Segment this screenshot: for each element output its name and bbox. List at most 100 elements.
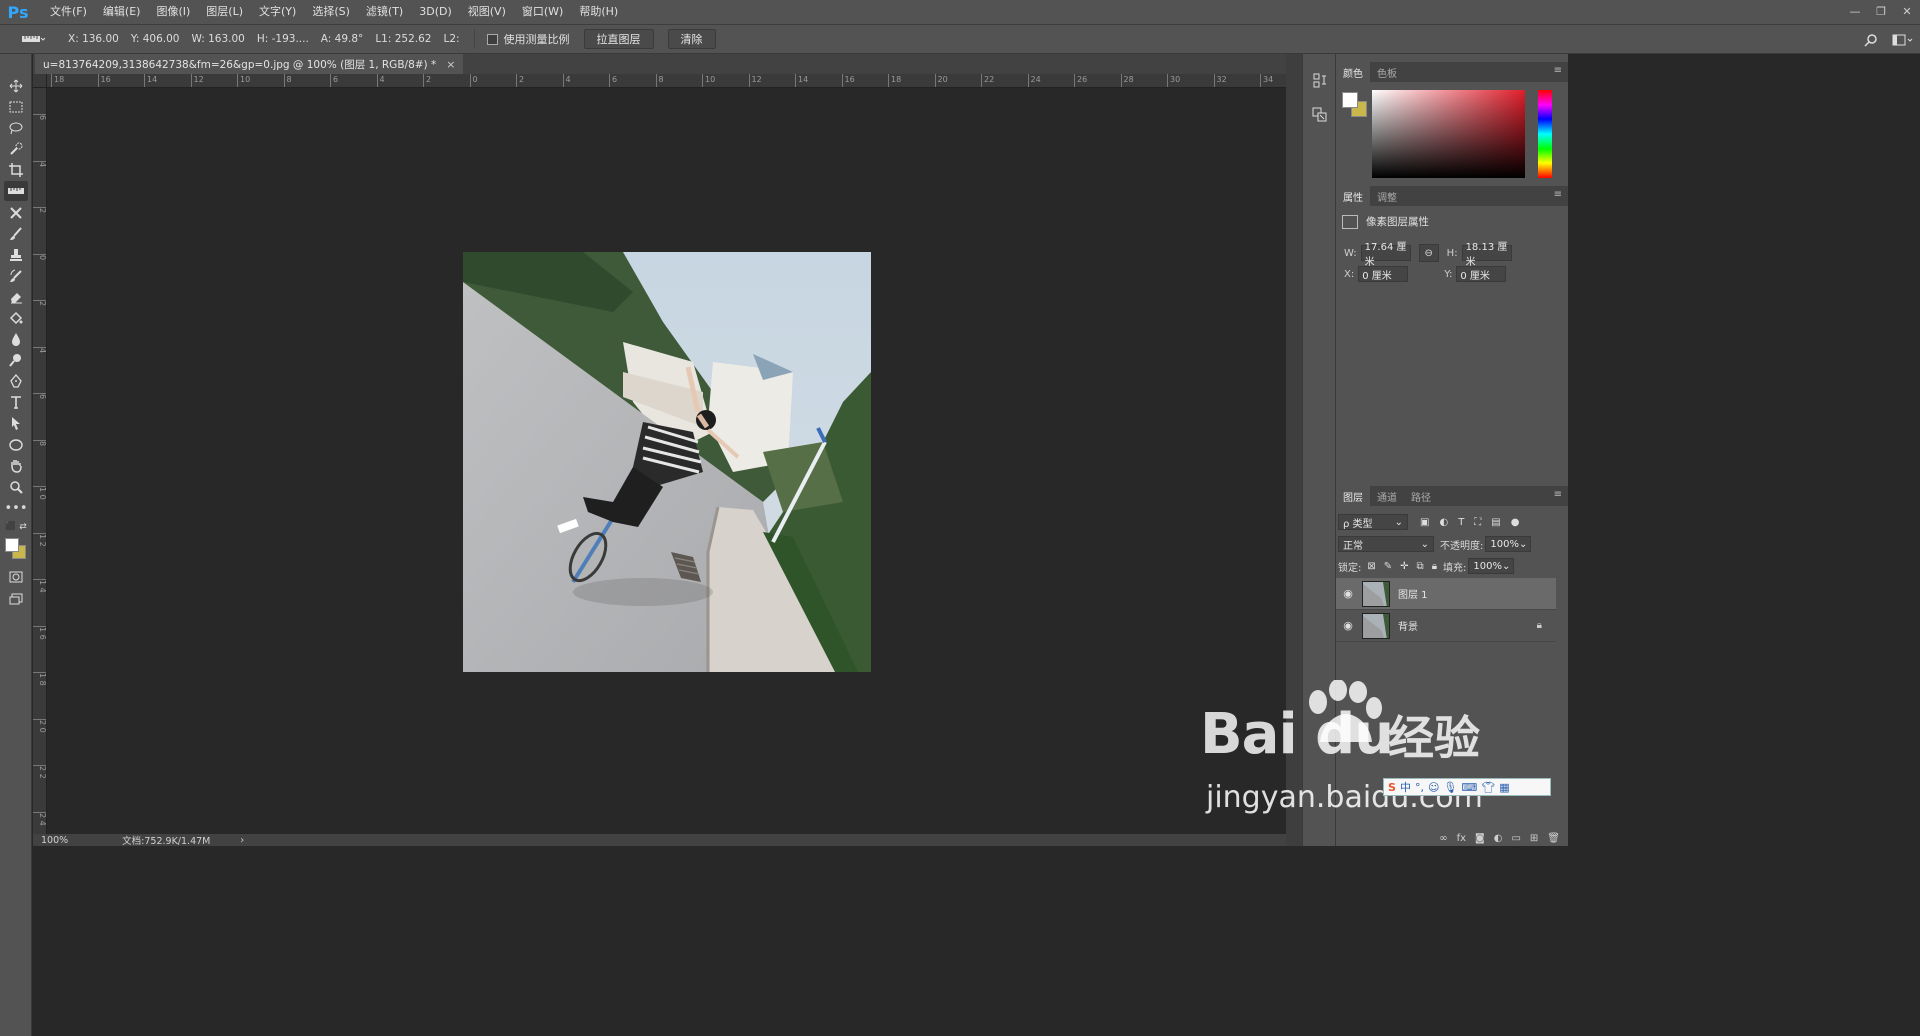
status-menu-arrow[interactable]: › — [240, 835, 244, 846]
minimize-button[interactable]: — — [1842, 2, 1868, 20]
horizontal-ruler[interactable]: 18 16 14 12 10 8 6 4 2 0 2 4 6 8 10 12 14 16 18 20 22 24 26 28 3… — [47, 74, 1286, 88]
menu-edit[interactable]: 编辑(E) — [95, 0, 149, 24]
clear-button[interactable]: 清除 — [667, 29, 716, 49]
new-layer-icon[interactable]: ⊞ — [1530, 833, 1538, 844]
brush-tool[interactable] — [4, 224, 28, 244]
ruler-origin[interactable] — [33, 74, 47, 88]
menu-window[interactable]: 窗口(W) — [514, 0, 571, 24]
height-field[interactable]: 18.13 厘米 — [1461, 242, 1512, 268]
document-tab[interactable]: u=813764209,3138642738&fm=26&gp=0.jpg @ … — [35, 54, 464, 74]
panel-menu-icon[interactable]: ≡ — [1554, 65, 1562, 76]
panel-menu-icon[interactable]: ≡ — [1554, 489, 1562, 500]
menu-select[interactable]: 选择(S) — [304, 0, 358, 24]
hand-tool[interactable] — [4, 456, 28, 476]
group-icon[interactable]: ▭ — [1511, 833, 1520, 844]
close-document-icon[interactable]: × — [446, 58, 455, 71]
ime-language[interactable]: 中 — [1400, 779, 1411, 795]
move-tool[interactable] — [4, 76, 28, 96]
trash-icon[interactable]: 🗑︎ — [1547, 833, 1560, 844]
vertical-ruler[interactable]: 6 4 2 0 2 4 6 8 1 0 1 2 1 4 1 6 1 8 2 0 2 2 2 4 — [33, 88, 47, 834]
close-window-button[interactable]: ✕ — [1894, 2, 1920, 20]
history-brush-tool[interactable] — [4, 266, 28, 286]
lock-artboard-icon[interactable]: ⧉ — [1417, 561, 1424, 572]
clone-stamp-tool[interactable] — [4, 245, 28, 265]
tab-adjustments[interactable]: 调整 — [1370, 186, 1404, 206]
eraser-tool[interactable] — [4, 287, 28, 307]
blend-mode-dropdown[interactable]: 正常 ⌄ — [1338, 536, 1434, 552]
menu-layer[interactable]: 图层(L) — [198, 0, 251, 24]
hue-slider[interactable] — [1538, 90, 1552, 178]
paint-bucket-tool[interactable] — [4, 308, 28, 328]
keyboard-icon[interactable]: ⌨ — [1461, 781, 1477, 794]
restore-button[interactable]: ❐ — [1868, 2, 1894, 20]
skin-icon[interactable]: 👕︎ — [1481, 781, 1495, 794]
emoji-icon[interactable]: ☺ — [1428, 781, 1439, 794]
tab-channels[interactable]: 通道 — [1370, 486, 1404, 506]
filter-type-icon[interactable]: T — [1458, 517, 1464, 528]
lock-all-icon[interactable]: 🔒︎ — [1432, 561, 1437, 572]
menu-image[interactable]: 图像(I) — [148, 0, 198, 24]
tab-swatches[interactable]: 色板 — [1370, 62, 1404, 82]
zoom-level[interactable]: 100% — [41, 835, 68, 846]
adjustment-icon[interactable]: ◐ — [1494, 833, 1503, 844]
more-tools[interactable]: ••• — [4, 498, 28, 518]
filter-adjustment-icon[interactable]: ◐ — [1439, 517, 1448, 528]
link-icon[interactable]: ∞ — [1439, 833, 1447, 844]
character-panel-button[interactable] — [1309, 104, 1331, 126]
marquee-tool[interactable] — [4, 97, 28, 117]
blur-tool[interactable] — [4, 329, 28, 349]
x-field[interactable]: 0 厘米 — [1358, 266, 1409, 282]
link-dimensions-button[interactable]: ⊖ — [1418, 244, 1439, 262]
punctuation-icon[interactable]: °, — [1415, 781, 1424, 794]
ruler-tool[interactable] — [4, 181, 28, 201]
document-image[interactable] — [463, 252, 871, 672]
menu-type[interactable]: 文字(Y) — [251, 0, 304, 24]
menu-help[interactable]: 帮助(H) — [571, 0, 626, 24]
layer-filter-dropdown[interactable]: ρ 类型 ⌄ — [1338, 514, 1408, 530]
fill-field[interactable]: 100% ⌄ — [1468, 558, 1515, 574]
layer-row-background[interactable]: ◉ 背景 🔒︎ — [1336, 610, 1556, 642]
workspace-switcher-icon[interactable] — [1892, 34, 1914, 46]
menu-3d[interactable]: 3D(D) — [411, 0, 460, 24]
crop-tool[interactable] — [4, 160, 28, 180]
ellipse-tool[interactable] — [4, 435, 28, 455]
pen-tool[interactable] — [4, 371, 28, 391]
zoom-tool[interactable] — [4, 477, 28, 497]
visibility-eye-icon[interactable]: ◉ — [1336, 587, 1360, 600]
width-field[interactable]: 17.64 厘米 — [1360, 242, 1411, 268]
lock-position-icon[interactable]: ✛ — [1400, 561, 1408, 572]
filter-smart-object-icon[interactable]: ▤ — [1491, 517, 1500, 528]
fx-icon[interactable]: fx — [1457, 833, 1466, 844]
canvas-area[interactable] — [47, 88, 1286, 834]
layer-name[interactable]: 图层 1 — [1398, 586, 1428, 601]
tab-properties[interactable]: 属性 — [1336, 186, 1370, 206]
lasso-tool[interactable] — [4, 118, 28, 138]
healing-tool[interactable] — [4, 203, 28, 223]
filter-shape-icon[interactable]: ⛶ — [1474, 517, 1481, 528]
filter-toggle-icon[interactable]: ● — [1511, 517, 1520, 528]
quick-mask-button[interactable] — [4, 567, 28, 587]
tab-color[interactable]: 颜色 — [1336, 62, 1370, 82]
swap-colors-button[interactable]: ⬛ ⇄ — [4, 521, 28, 533]
y-field[interactable]: 0 厘米 — [1456, 266, 1507, 282]
history-panel-button[interactable] — [1309, 70, 1331, 92]
straighten-layer-button[interactable]: 拉直图层 — [583, 29, 654, 49]
tab-paths[interactable]: 路径 — [1404, 486, 1438, 506]
layer-name[interactable]: 背景 — [1398, 618, 1418, 633]
foreground-color-swatch[interactable] — [5, 538, 19, 552]
menu-view[interactable]: 视图(V) — [460, 0, 514, 24]
microphone-icon[interactable]: 🎙︎ — [1443, 781, 1457, 794]
lock-paint-icon[interactable]: ✎ — [1384, 561, 1392, 572]
search-icon[interactable] — [1864, 33, 1878, 47]
menu-filter[interactable]: 滤镜(T) — [358, 0, 411, 24]
opacity-field[interactable]: 100% ⌄ — [1485, 536, 1532, 552]
screen-mode-button[interactable] — [4, 589, 28, 609]
color-picker-field[interactable] — [1372, 90, 1525, 178]
use-measurement-scale-checkbox[interactable] — [486, 33, 498, 45]
visibility-eye-icon[interactable]: ◉ — [1336, 619, 1360, 632]
lock-transparency-icon[interactable]: ⊠ — [1367, 561, 1375, 572]
menu-file[interactable]: 文件(F) — [42, 0, 95, 24]
input-method-toolbar[interactable]: S 中 °, ☺ 🎙︎ ⌨ 👕︎ ▦ — [1383, 778, 1551, 796]
tab-layers[interactable]: 图层 — [1336, 486, 1370, 506]
panel-menu-icon[interactable]: ≡ — [1554, 189, 1562, 200]
